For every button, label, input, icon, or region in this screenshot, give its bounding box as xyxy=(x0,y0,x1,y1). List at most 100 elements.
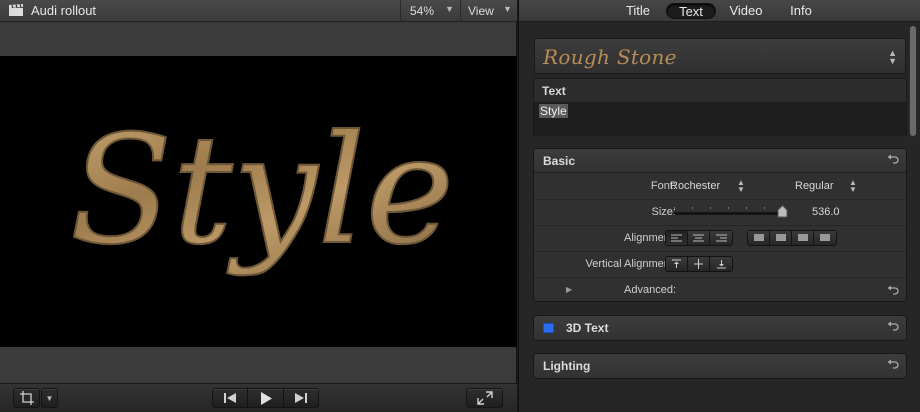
zoom-menu[interactable]: 54% ▼ xyxy=(400,0,460,22)
horizontal-alignment-control xyxy=(665,230,733,246)
align-middle-button[interactable] xyxy=(688,257,710,271)
skip-back-icon xyxy=(223,392,237,404)
play-icon xyxy=(260,391,272,405)
alignment-row: Alignment: xyxy=(534,226,906,252)
chevron-down-icon: ▼ xyxy=(45,393,54,403)
zoom-value: 54% xyxy=(410,4,435,18)
preset-name: Rough Stone xyxy=(543,45,677,69)
vertical-alignment-label: Vertical Alignment: xyxy=(585,258,677,270)
inspector-panel: Title Text Video Info Rough Stone ▲ ▼ Tex… xyxy=(518,0,920,412)
align-top-button[interactable] xyxy=(666,257,688,271)
basic-section: Basic Font: Rochester ▲ ▼ Regular ▲ ▼ Size… xyxy=(533,148,907,302)
align-bottom-button[interactable] xyxy=(710,257,732,271)
viewer-canvas[interactable]: Style xyxy=(0,56,517,347)
size-label: Size: xyxy=(651,206,676,218)
reset-icon[interactable] xyxy=(887,359,899,371)
text-entry-value: Style xyxy=(539,104,568,118)
align-center-button[interactable] xyxy=(688,231,710,245)
align-center-icon xyxy=(693,234,704,242)
view-menu[interactable]: View ▼ xyxy=(460,0,517,22)
justify-control xyxy=(747,230,837,246)
tab-text[interactable]: Text xyxy=(666,3,716,19)
crop-icon xyxy=(19,391,34,405)
basic-section-header[interactable]: Basic xyxy=(534,149,906,173)
text-section-header: Text xyxy=(534,79,906,103)
updown-arrows-icon[interactable]: ▲ ▼ xyxy=(849,179,857,194)
align-right-button[interactable] xyxy=(710,231,732,245)
viewer-title: Audi rollout xyxy=(31,3,97,18)
justify-full-icon xyxy=(820,234,830,241)
lighting-section-header[interactable]: Lighting xyxy=(534,354,906,378)
justify-right-icon xyxy=(797,234,808,241)
next-edit-button[interactable] xyxy=(283,388,319,408)
3d-text-checkbox[interactable] xyxy=(543,323,554,333)
skip-forward-icon xyxy=(294,392,308,404)
tab-info[interactable]: Info xyxy=(783,3,819,19)
slider-tick xyxy=(692,207,693,209)
slider-tick xyxy=(710,207,711,209)
align-right-icon xyxy=(715,234,727,242)
align-middle-icon xyxy=(694,259,703,269)
justify-full-button[interactable] xyxy=(814,231,836,245)
align-left-button[interactable] xyxy=(666,231,688,245)
clapperboard-icon xyxy=(8,4,24,17)
expand-icon xyxy=(476,391,493,405)
slider-tick xyxy=(674,207,675,209)
align-bottom-icon xyxy=(716,260,726,269)
text-entry-field[interactable]: Style xyxy=(534,103,906,136)
chevron-down-icon: ▼ xyxy=(503,4,512,14)
lighting-section-title: Lighting xyxy=(543,359,591,373)
inspector-scrollbar[interactable] xyxy=(909,26,917,138)
advanced-label: Advanced: xyxy=(624,284,676,296)
slider-tick xyxy=(728,207,729,209)
size-value[interactable]: 536.0 xyxy=(812,206,840,218)
scrollbar-thumb[interactable] xyxy=(910,26,916,136)
size-slider[interactable] xyxy=(674,207,784,215)
3d-text-section: 3D Text xyxy=(533,315,907,341)
play-button[interactable] xyxy=(247,388,284,408)
text-section-title: Text xyxy=(542,84,566,98)
text-style-preset-menu[interactable]: Rough Stone ▲ ▼ xyxy=(534,38,906,74)
previous-edit-button[interactable] xyxy=(212,388,248,408)
text-section: Text Style xyxy=(533,78,907,136)
tab-video[interactable]: Video xyxy=(724,3,768,19)
advanced-row[interactable]: ▶ Advanced: xyxy=(534,278,906,304)
font-style-value[interactable]: Regular xyxy=(795,180,834,192)
chevron-down-icon: ▼ xyxy=(445,4,454,14)
reset-icon[interactable] xyxy=(887,285,899,297)
tab-title[interactable]: Title xyxy=(618,3,658,19)
slider-tick xyxy=(746,207,747,209)
align-top-icon xyxy=(672,259,681,268)
justify-left-button[interactable] xyxy=(748,231,770,245)
font-row: Font: Rochester ▲ ▼ Regular ▲ ▼ xyxy=(534,174,906,200)
3d-text-section-header[interactable]: 3D Text xyxy=(534,316,906,340)
view-menu-label: View xyxy=(468,4,494,18)
justify-center-icon xyxy=(775,234,786,241)
font-family-value[interactable]: Rochester xyxy=(670,180,720,192)
size-row: Size: 536.0 xyxy=(534,200,906,226)
basic-section-title: Basic xyxy=(543,154,576,168)
reset-icon[interactable] xyxy=(887,154,899,166)
viewer-panel: Audi rollout 54% ▼ View ▼ Style ▼ xyxy=(0,0,517,412)
crop-options-button[interactable]: ▼ xyxy=(41,388,58,408)
canvas-title-text: Style xyxy=(70,104,455,278)
disclosure-triangle-icon[interactable]: ▶ xyxy=(566,285,572,294)
vertical-alignment-row: Vertical Alignment: xyxy=(534,252,906,278)
size-slider-thumb[interactable] xyxy=(777,204,788,218)
justify-center-button[interactable] xyxy=(770,231,792,245)
justify-right-button[interactable] xyxy=(792,231,814,245)
slider-tick xyxy=(764,207,765,209)
viewer-header: Audi rollout 54% ▼ View ▼ xyxy=(0,0,517,22)
inspector-tabs: Title Text Video Info xyxy=(519,0,920,22)
vertical-alignment-control xyxy=(665,256,733,272)
align-left-icon xyxy=(671,234,682,242)
3d-text-section-title: 3D Text xyxy=(566,321,609,335)
reset-icon[interactable] xyxy=(887,321,899,333)
fullscreen-button[interactable] xyxy=(466,388,503,408)
updown-arrows-icon[interactable]: ▲ ▼ xyxy=(737,179,745,194)
justify-left-icon xyxy=(753,234,764,241)
crop-button[interactable] xyxy=(13,388,40,408)
lighting-section: Lighting xyxy=(533,353,907,379)
viewer-toolbar: ▼ xyxy=(0,383,517,412)
updown-arrows-icon: ▲ ▼ xyxy=(888,48,897,66)
